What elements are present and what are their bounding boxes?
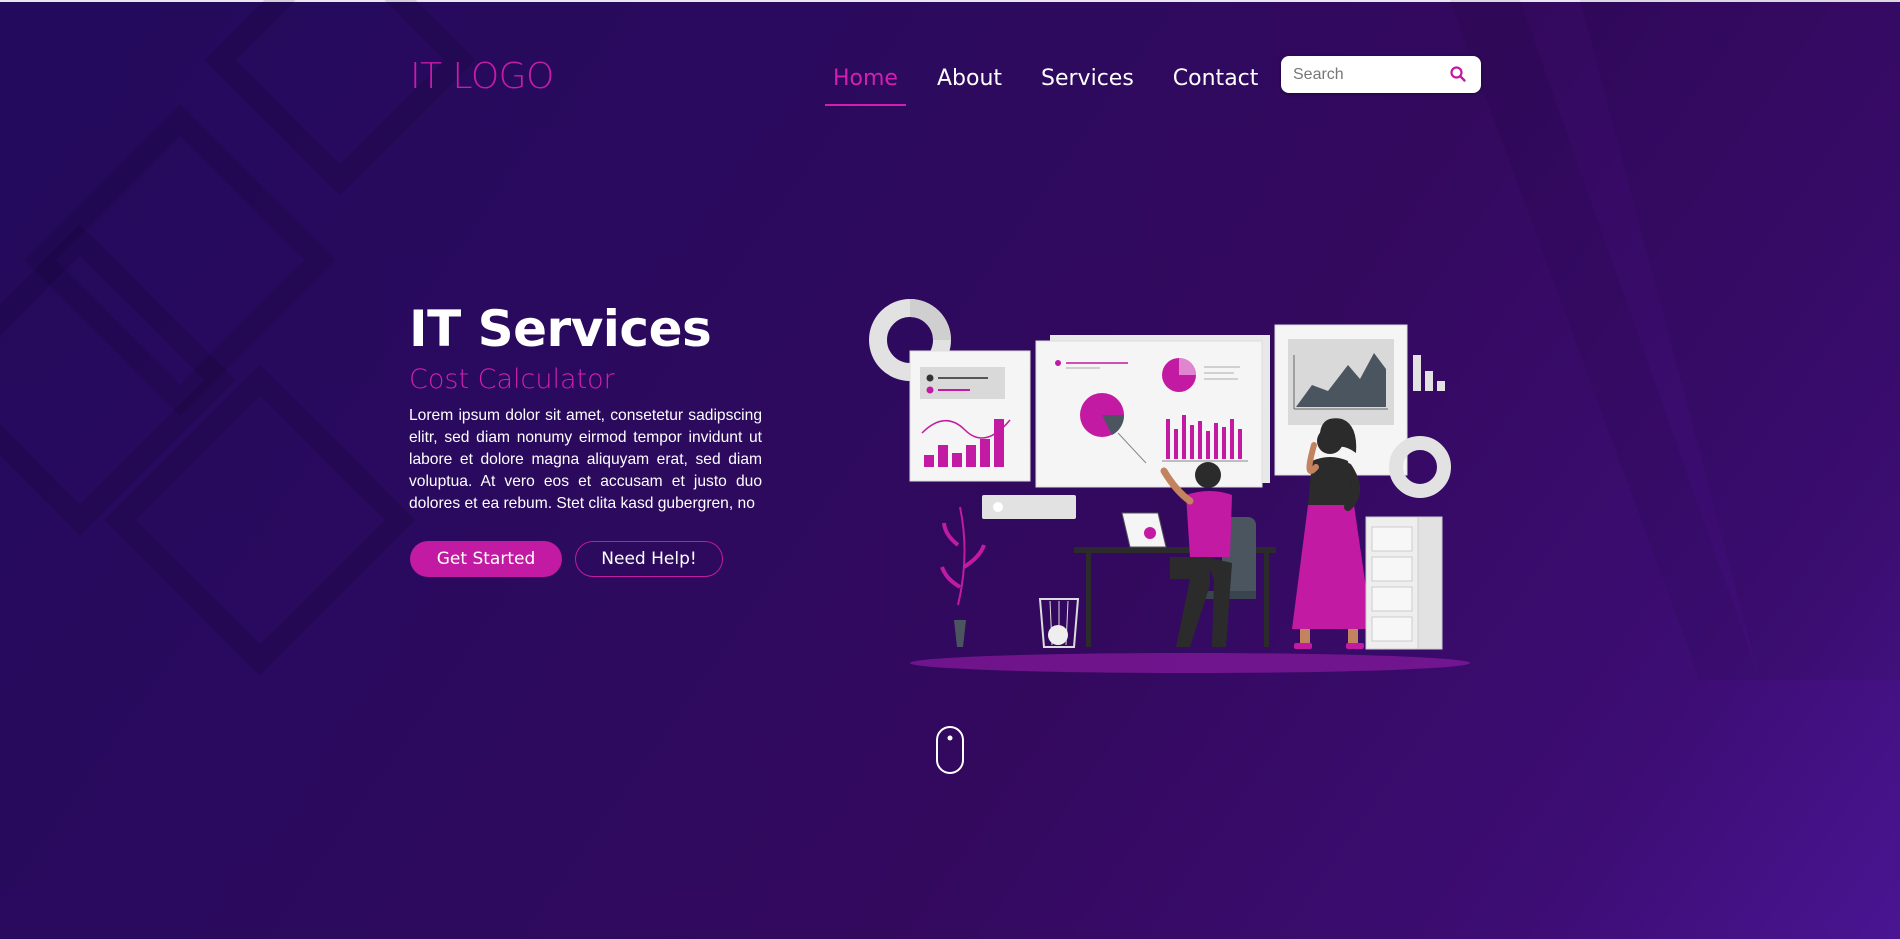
- search-input[interactable]: [1291, 64, 1445, 86]
- nav-item-home[interactable]: Home: [825, 62, 906, 106]
- need-help-button[interactable]: Need Help!: [575, 541, 723, 577]
- nav-item-about[interactable]: About: [929, 62, 1010, 106]
- hero-title: IT Services: [409, 300, 712, 358]
- logo[interactable]: IT LOGO: [410, 56, 554, 97]
- nav-item-contact[interactable]: Contact: [1165, 62, 1267, 106]
- get-started-button[interactable]: Get Started: [410, 541, 562, 577]
- nav-item-services[interactable]: Services: [1033, 62, 1142, 106]
- search-box: [1281, 56, 1481, 93]
- hero-subtitle: Cost Calculator: [409, 364, 615, 395]
- mouse-scroll-icon[interactable]: [936, 726, 964, 774]
- top-border: [0, 0, 1900, 2]
- search-icon[interactable]: [1449, 65, 1467, 83]
- hero-description: Lorem ipsum dolor sit amet, consetetur s…: [409, 407, 762, 512]
- main-nav: Home About Services Contact: [825, 62, 1289, 106]
- analytics-team-illustration: [869, 299, 1470, 673]
